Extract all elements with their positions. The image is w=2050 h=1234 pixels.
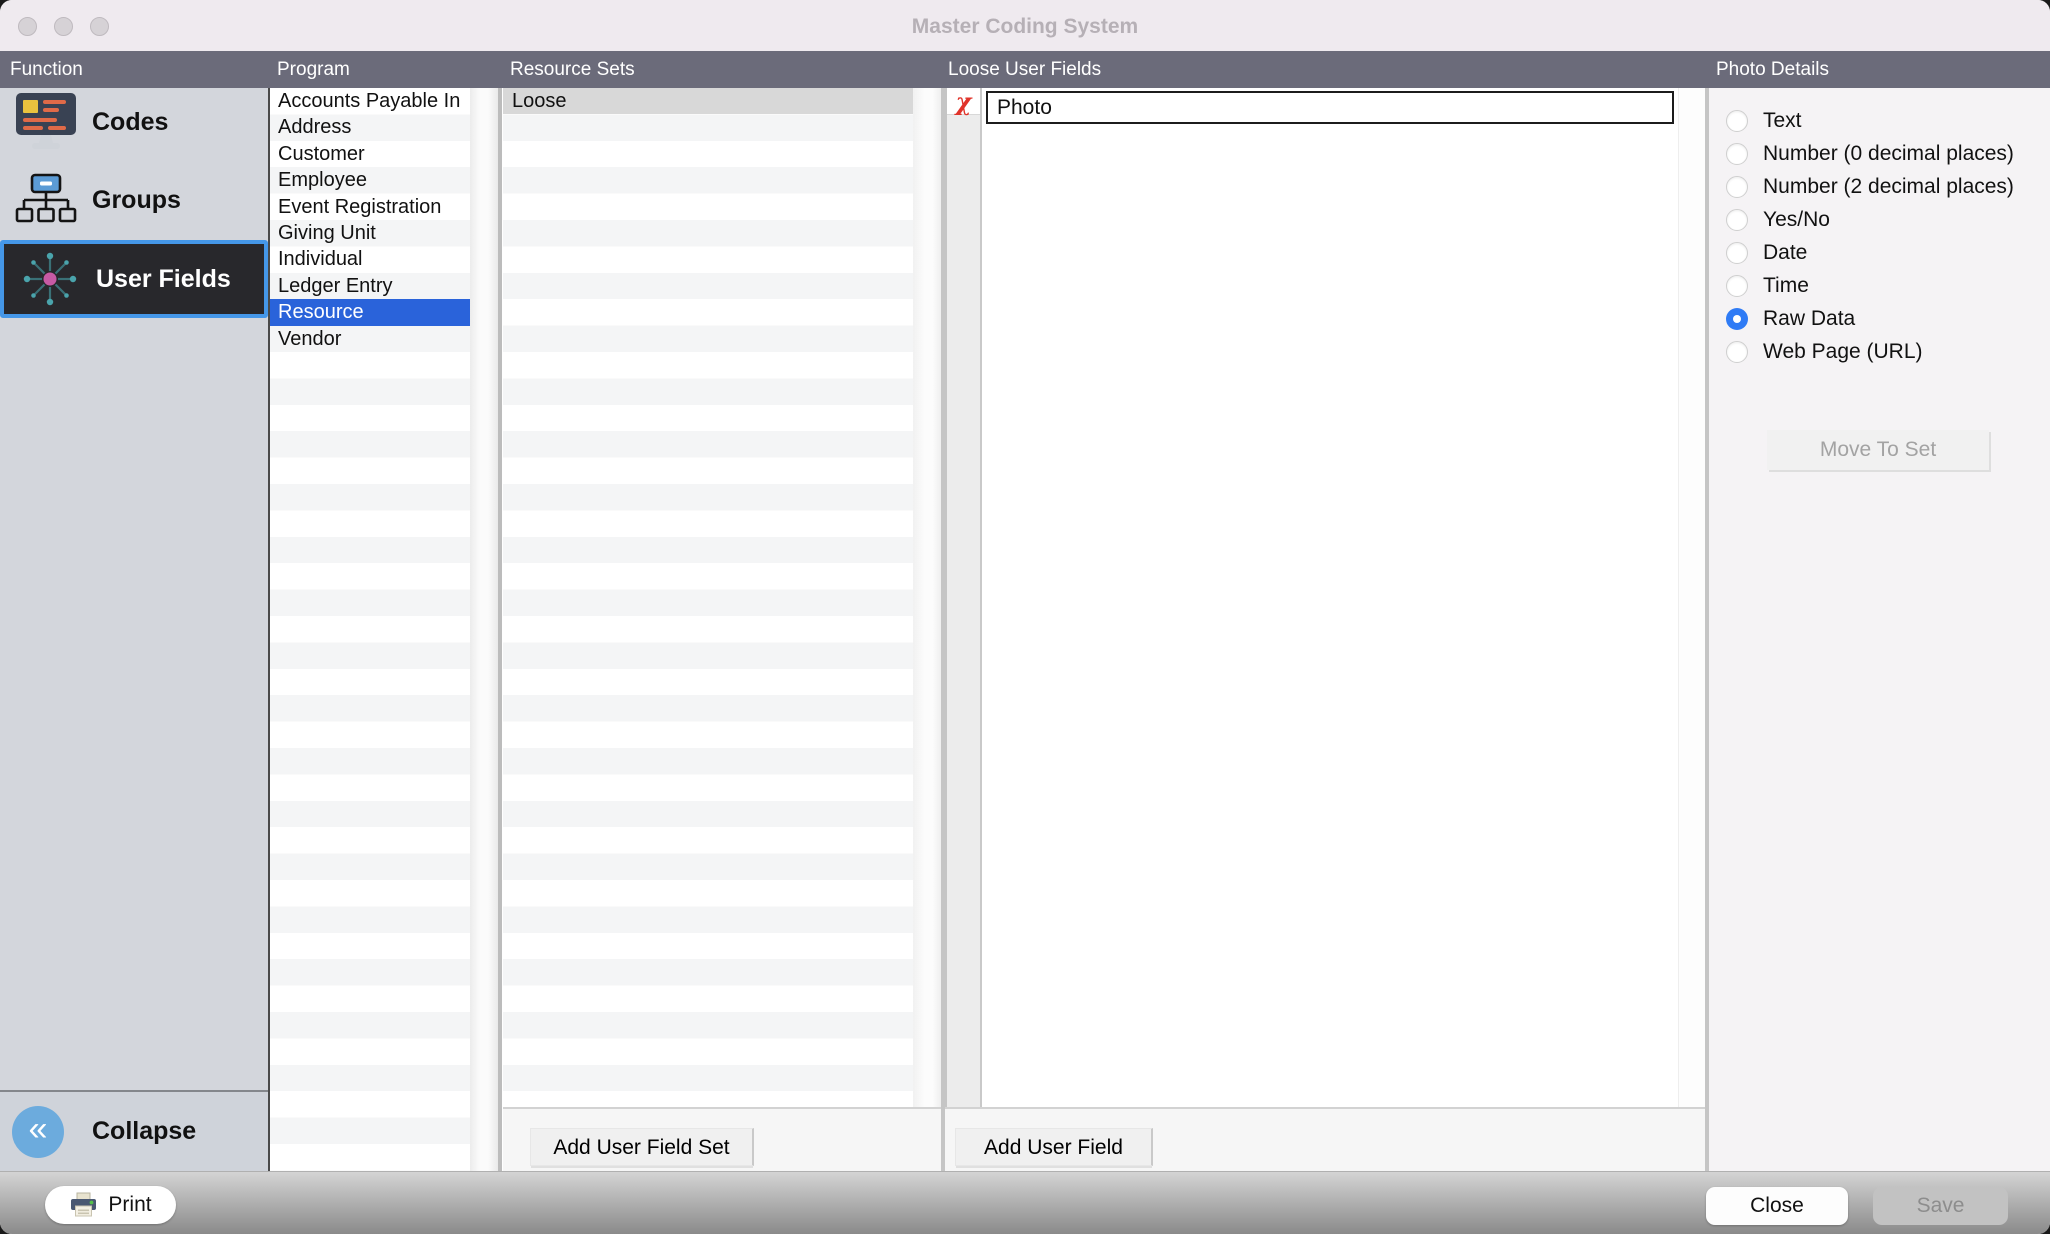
collapse-label: Collapse xyxy=(92,1117,196,1146)
sidebar-item-codes[interactable]: Codes xyxy=(0,90,268,154)
resource-sets-list: Loose xyxy=(503,88,913,1107)
collapse-chevrons-icon: « xyxy=(12,1106,64,1158)
resource-set-item-selected[interactable]: Loose xyxy=(503,88,913,114)
radio-control[interactable] xyxy=(1726,341,1748,363)
radio-control[interactable] xyxy=(1726,242,1748,264)
radio-control-selected[interactable] xyxy=(1726,308,1748,330)
groups-org-chart-icon xyxy=(15,173,77,227)
function-sidebar: Codes Groups xyxy=(0,88,271,1171)
radio-control[interactable] xyxy=(1726,209,1748,231)
program-list-item[interactable]: Event Registration xyxy=(270,194,470,220)
move-to-set-button[interactable]: Move To Set xyxy=(1767,430,1989,470)
program-list-item[interactable]: Accounts Payable In xyxy=(270,88,470,114)
collapse-button[interactable]: « Collapse xyxy=(0,1090,268,1171)
program-list: Accounts Payable In Address Customer Emp… xyxy=(270,88,470,1171)
bottom-bar: Print Close Save xyxy=(0,1171,2050,1234)
program-list-item[interactable]: Vendor xyxy=(270,326,470,352)
field-name-input[interactable] xyxy=(986,91,1674,124)
add-user-field-button[interactable]: Add User Field xyxy=(955,1128,1153,1166)
radio-option-yes-no[interactable]: Yes/No xyxy=(1709,203,2050,236)
radio-option-web-page[interactable]: Web Page (URL) xyxy=(1709,335,2050,368)
title-bar: Master Coding System xyxy=(0,0,2050,51)
printer-icon xyxy=(69,1192,98,1219)
print-button-label: Print xyxy=(108,1193,151,1217)
program-list-item[interactable]: Address xyxy=(270,114,470,140)
radio-control[interactable] xyxy=(1726,176,1748,198)
sidebar-item-user-fields-label: User Fields xyxy=(96,265,231,294)
program-list-scrollbar[interactable] xyxy=(470,88,502,1171)
radio-option-number-2[interactable]: Number (2 decimal places) xyxy=(1709,170,2050,203)
radio-control[interactable] xyxy=(1726,275,1748,297)
program-list-item[interactable]: Individual xyxy=(270,246,470,272)
column-header-photo-details: Photo Details xyxy=(1716,51,1829,88)
delete-field-cell[interactable]: χ xyxy=(947,88,980,115)
sidebar-item-user-fields[interactable]: User Fields xyxy=(0,240,268,318)
close-button[interactable]: Close xyxy=(1706,1187,1848,1225)
window-title: Master Coding System xyxy=(0,0,2050,51)
column-header-function: Function xyxy=(10,51,83,88)
radio-option-time[interactable]: Time xyxy=(1709,269,2050,302)
resource-sets-scrollbar[interactable] xyxy=(913,88,941,1107)
loose-fields-footer: Add User Field xyxy=(945,1107,1705,1171)
radio-control[interactable] xyxy=(1726,143,1748,165)
column-header-bar: Function Program Resource Sets Loose Use… xyxy=(0,51,2050,88)
add-user-field-set-button[interactable]: Add User Field Set xyxy=(530,1128,754,1166)
radio-option-number-0[interactable]: Number (0 decimal places) xyxy=(1709,137,2050,170)
radio-control[interactable] xyxy=(1726,110,1748,132)
program-list-item-selected[interactable]: Resource xyxy=(270,299,470,325)
radio-option-date[interactable]: Date xyxy=(1709,236,2050,269)
print-button[interactable]: Print xyxy=(45,1186,176,1224)
delete-field-icon[interactable]: χ xyxy=(956,87,972,116)
sidebar-item-codes-label: Codes xyxy=(92,108,168,137)
radio-option-text[interactable]: Text xyxy=(1709,104,2050,137)
codes-monitor-icon xyxy=(14,93,78,151)
photo-details-panel: Text Number (0 decimal places) Number (2… xyxy=(1709,88,2050,1171)
column-header-program: Program xyxy=(277,51,350,88)
app-window: Master Coding System Function Program Re… xyxy=(0,0,2050,1234)
loose-fields-gutter: χ xyxy=(947,88,982,1107)
resource-sets-footer: Add User Field Set xyxy=(503,1107,941,1171)
column-header-resource-sets: Resource Sets xyxy=(510,51,635,88)
program-list-item[interactable]: Customer xyxy=(270,141,470,167)
program-list-item[interactable]: Giving Unit xyxy=(270,220,470,246)
program-list-item[interactable]: Ledger Entry xyxy=(270,273,470,299)
program-list-item[interactable]: Employee xyxy=(270,167,470,193)
sidebar-item-groups[interactable]: Groups xyxy=(0,172,268,228)
loose-fields-scrollbar[interactable] xyxy=(1678,88,1706,1107)
column-header-loose-user-fields: Loose User Fields xyxy=(948,51,1101,88)
save-button[interactable]: Save xyxy=(1873,1187,2008,1225)
radio-option-raw-data[interactable]: Raw Data xyxy=(1709,302,2050,335)
sidebar-item-groups-label: Groups xyxy=(92,186,181,215)
user-fields-hub-icon xyxy=(20,249,80,309)
loose-fields-area xyxy=(982,88,1678,1107)
